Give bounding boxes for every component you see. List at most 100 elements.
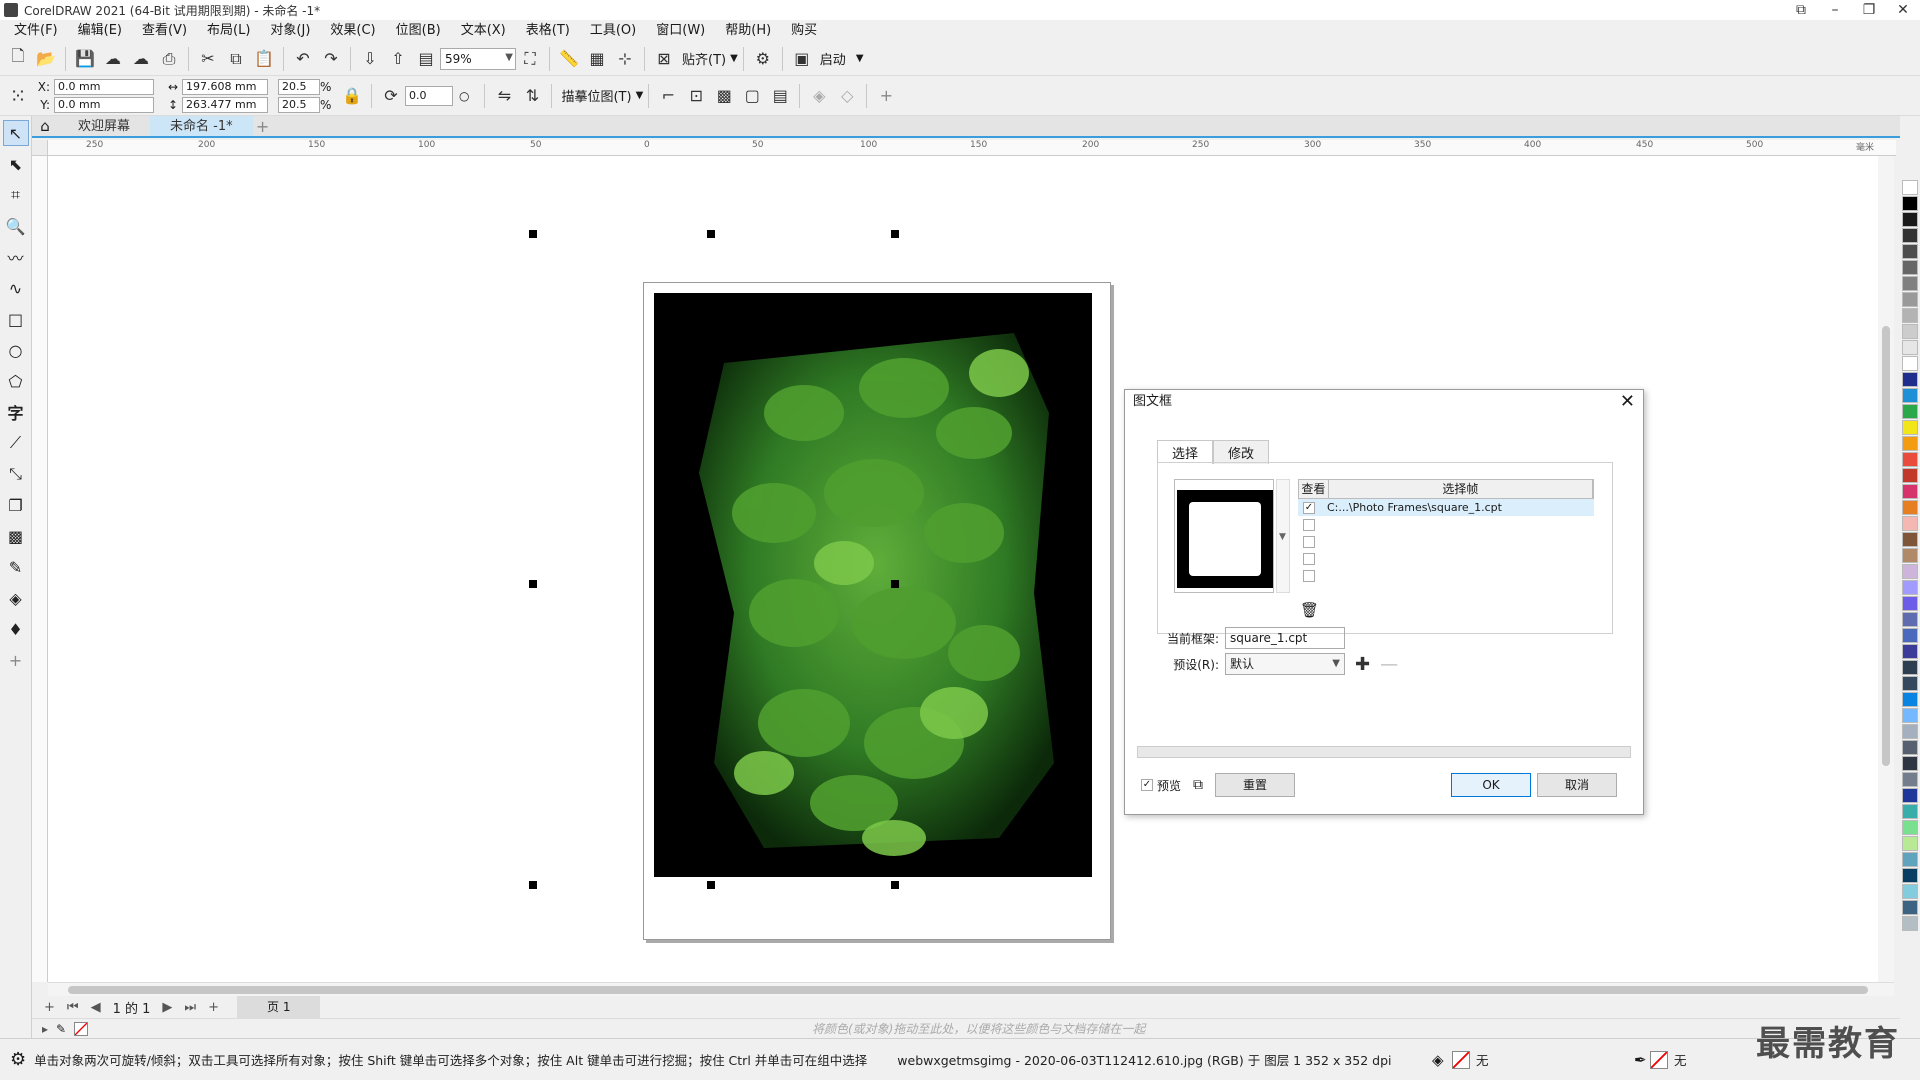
chevron-down-icon[interactable]: ▼	[636, 90, 644, 101]
remove-preset-button[interactable]: —	[1380, 654, 1398, 675]
color-swatch[interactable]	[1902, 644, 1918, 659]
list-item[interactable]	[1298, 567, 1594, 584]
menu-effects[interactable]: 效果(C)	[320, 20, 385, 42]
launch-app-icon[interactable]: ▣	[789, 46, 815, 72]
selection-handle[interactable]	[529, 881, 537, 889]
options-gear-icon[interactable]: ⚙	[750, 46, 776, 72]
full-screen-icon[interactable]: ⛶	[517, 46, 543, 72]
minimize-button[interactable]: –	[1818, 0, 1852, 20]
selection-handle[interactable]	[891, 580, 899, 588]
selection-handle[interactable]	[707, 230, 715, 238]
new-document-icon[interactable]: 🗋	[5, 46, 31, 72]
height-input[interactable]: 263.477 mm	[182, 96, 268, 113]
color-swatch[interactable]	[1902, 660, 1918, 675]
selection-handle[interactable]	[707, 881, 715, 889]
color-swatch[interactable]	[1902, 820, 1918, 835]
color-swatch[interactable]	[1902, 484, 1918, 499]
copy-icon[interactable]: ⧉	[223, 46, 249, 72]
selection-handle[interactable]	[529, 580, 537, 588]
color-swatch[interactable]	[1902, 436, 1918, 451]
color-swatch[interactable]	[1902, 452, 1918, 467]
width-input[interactable]: 197.608 mm	[182, 78, 268, 95]
menu-bitmaps[interactable]: 位图(B)	[386, 20, 451, 42]
page-tab[interactable]: 页 1	[237, 996, 321, 1018]
reset-button[interactable]: 重置	[1215, 773, 1296, 797]
shape-tool-icon[interactable]: ⬉	[3, 151, 29, 177]
add-tab-icon[interactable]: +	[253, 116, 273, 136]
crop-bitmap-icon[interactable]: ⌐	[655, 83, 681, 109]
list-item[interactable]: ✓ C:...\Photo Frames\square_1.cpt	[1298, 499, 1594, 516]
show-rulers-icon[interactable]: 📏	[556, 46, 582, 72]
connector-tool-icon[interactable]: ⤡	[3, 461, 29, 487]
view-checkbox[interactable]	[1303, 518, 1315, 531]
color-swatch[interactable]	[1902, 180, 1918, 195]
selection-handle[interactable]	[891, 881, 899, 889]
color-swatch[interactable]	[1902, 788, 1918, 803]
trash-icon[interactable]: 🗑	[1300, 601, 1319, 619]
color-swatch[interactable]	[1902, 324, 1918, 339]
rectangle-tool-icon[interactable]: □	[3, 306, 29, 332]
object-origin-icon[interactable]: ⁙	[5, 83, 31, 109]
x-position-input[interactable]: 0.0 mm	[54, 78, 154, 95]
list-item[interactable]	[1298, 533, 1594, 550]
import-icon[interactable]: ⇩	[357, 46, 383, 72]
tab-modify[interactable]: 修改	[1213, 440, 1270, 464]
mirror-horizontal-icon[interactable]: ⇋	[491, 83, 517, 109]
horizontal-ruler[interactable]: 250 200 150 100 50 0 50 100 150 200 250 …	[48, 140, 1896, 156]
add-page-before-icon[interactable]: +	[38, 1000, 61, 1015]
view-checkbox[interactable]	[1303, 535, 1315, 548]
color-swatch[interactable]	[1902, 676, 1918, 691]
drop-shadow-icon[interactable]: ❐	[3, 492, 29, 518]
menu-edit[interactable]: 编辑(E)	[68, 20, 132, 42]
horizontal-scrollbar[interactable]	[48, 982, 1894, 996]
color-swatch[interactable]	[1902, 708, 1918, 723]
smart-fill-icon[interactable]: ♦	[3, 616, 29, 642]
chevron-down-icon[interactable]: ▼	[856, 53, 864, 64]
thumbnail-scroll[interactable]: ▼	[1276, 479, 1290, 593]
open-folder-icon[interactable]: 📂	[33, 46, 59, 72]
text-tool-icon[interactable]: 字	[3, 399, 29, 425]
color-swatch[interactable]	[1902, 804, 1918, 819]
prev-page-icon[interactable]: ◀	[85, 1000, 107, 1015]
eyedropper-tool-icon[interactable]: ✎	[3, 554, 29, 580]
ok-button[interactable]: OK	[1451, 773, 1532, 797]
add-page-after-icon[interactable]: +	[202, 1000, 225, 1015]
transparency-tool-icon[interactable]: ▩	[3, 523, 29, 549]
menu-tools[interactable]: 工具(O)	[580, 20, 646, 42]
scale-x-input[interactable]: 20.5	[278, 78, 320, 95]
menu-object[interactable]: 对象(J)	[260, 20, 320, 42]
vertical-scrollbar[interactable]	[1878, 156, 1894, 982]
color-swatch[interactable]	[1902, 916, 1918, 931]
outline-pen-icon[interactable]: ✒	[1634, 1051, 1647, 1069]
view-checkbox[interactable]	[1303, 552, 1315, 565]
maximize-button[interactable]: ❐	[1852, 0, 1886, 20]
show-grid-icon[interactable]: ▦	[584, 46, 610, 72]
menu-help[interactable]: 帮助(H)	[715, 20, 781, 42]
edit-bitmap-icon[interactable]: ▢	[739, 83, 765, 109]
menu-text[interactable]: 文本(X)	[451, 20, 516, 42]
resample-icon[interactable]: ⊡	[683, 83, 709, 109]
view-checkbox[interactable]	[1303, 569, 1315, 582]
color-swatch[interactable]	[1902, 756, 1918, 771]
preview-checkbox[interactable]: ✓	[1141, 779, 1153, 791]
color-swatch[interactable]	[1902, 244, 1918, 259]
rotate-icon[interactable]: ⟳	[378, 83, 404, 109]
color-swatch[interactable]	[1902, 276, 1918, 291]
next-page-icon[interactable]: ▶	[156, 1000, 178, 1015]
mirror-vertical-icon[interactable]: ⇅	[519, 83, 545, 109]
tab-welcome-screen[interactable]: 欢迎屏幕	[58, 116, 150, 136]
color-swatch[interactable]	[1902, 292, 1918, 307]
list-item[interactable]	[1298, 516, 1594, 533]
zoom-tool-icon[interactable]: 🔍	[3, 213, 29, 239]
undo-icon[interactable]: ↶	[290, 46, 316, 72]
snap-off-icon[interactable]: ⊠	[651, 46, 677, 72]
color-swatch[interactable]	[1902, 564, 1918, 579]
to-front-icon[interactable]: ◈	[806, 83, 832, 109]
selection-handle[interactable]	[891, 230, 899, 238]
show-guidelines-icon[interactable]: ⊹	[612, 46, 638, 72]
list-item[interactable]	[1298, 550, 1594, 567]
menu-window[interactable]: 窗口(W)	[646, 20, 715, 42]
color-swatch[interactable]	[1902, 260, 1918, 275]
outline-swatch[interactable]	[1650, 1050, 1668, 1069]
home-icon[interactable]: ⌂	[32, 116, 58, 136]
